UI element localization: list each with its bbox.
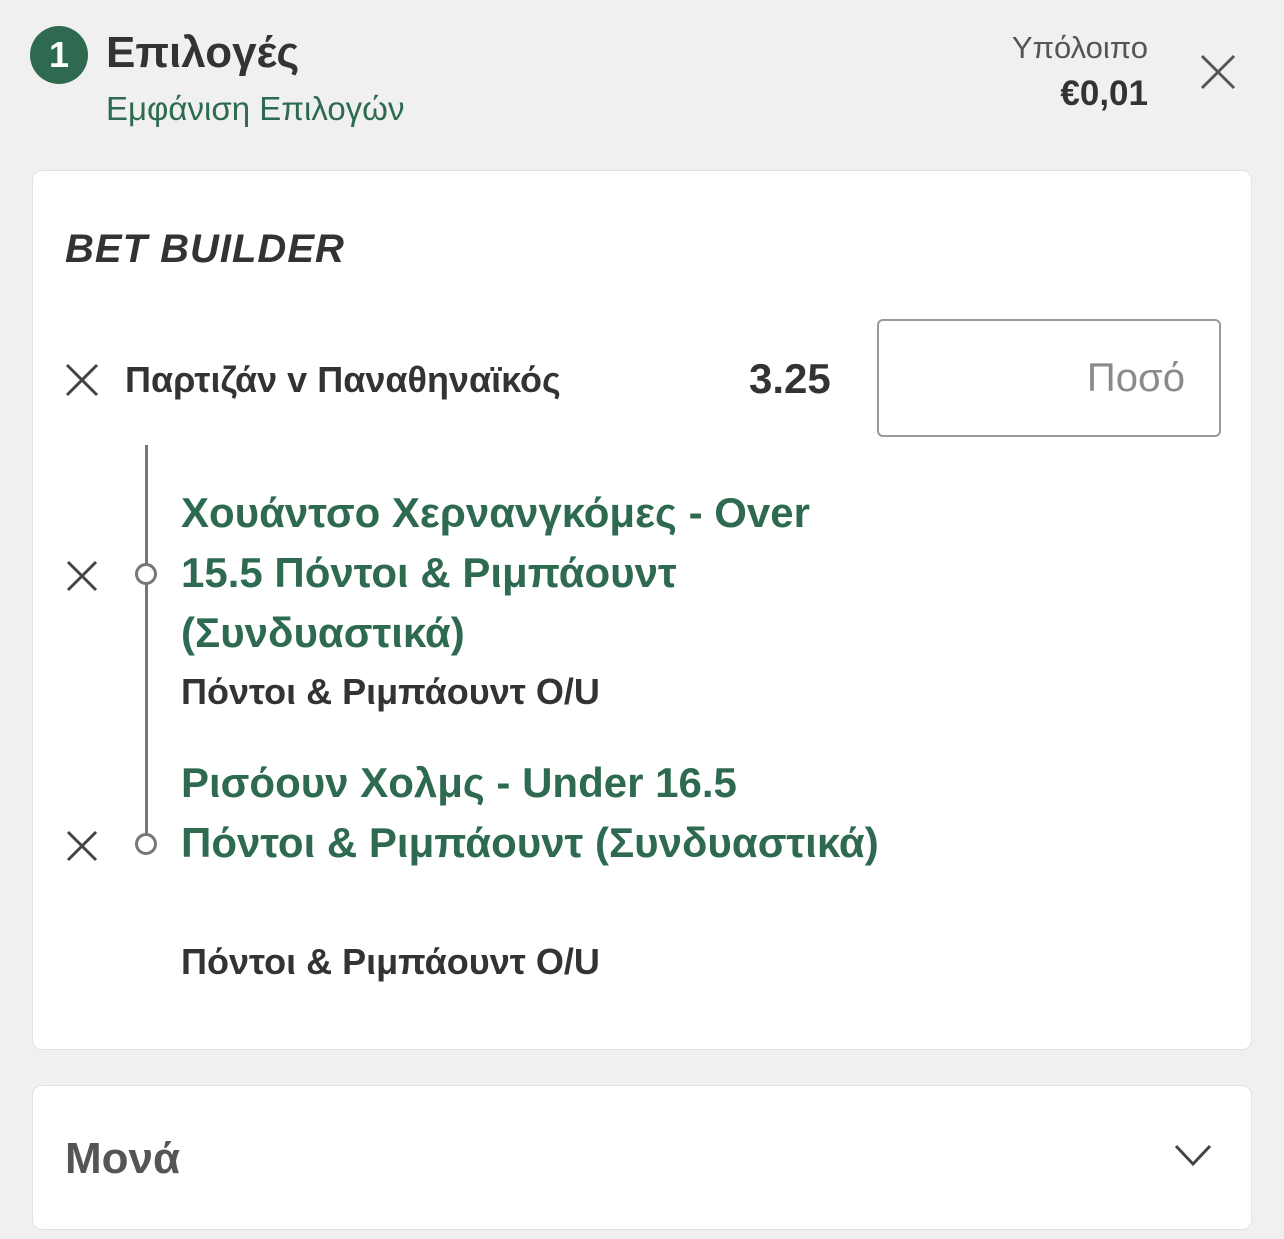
selection-name: Ρισόουν Χολμς - Under 16.5 Πόντοι & Ριμπ… [181,759,879,866]
odds-value: 3.25 [749,355,831,402]
selection-market: Πόντοι & Ριμπάουντ O/U [181,941,600,982]
show-selections-link[interactable]: Εμφάνιση Επιλογών [106,90,404,128]
stake-input[interactable] [877,319,1221,437]
betslip-header: 1 Επιλογές Εμφάνιση Επιλογών Υπόλοιπο €0… [0,0,1284,170]
selection-name: Χουάντσο Χερνανγκόμες - Over 15.5 Πόντοι… [181,489,810,656]
selection-market: Πόντοι & Ριμπάουντ O/U [181,671,600,712]
remove-selection-icon[interactable] [65,559,99,593]
betslip-title: Επιλογές [106,28,300,77]
match-name: Παρτιζάν v Παναθηναϊκός [125,359,561,400]
balance-label: Υπόλοιπο [1011,30,1148,65]
balance-value: €0,01 [1060,74,1148,113]
remove-selection-icon[interactable] [65,829,99,863]
close-icon[interactable] [1198,52,1238,92]
chevron-down-icon[interactable] [1173,1142,1213,1170]
selection-dot [135,833,157,855]
singles-label: Μονά [65,1134,181,1183]
bet-builder-card: BET BUILDER Παρτιζάν v Παναθηναϊκός 3.25… [32,170,1252,1050]
selections-connector [145,445,148,845]
bet-builder-title: BET BUILDER [65,227,345,271]
remove-match-icon[interactable] [65,363,99,397]
selection-count-badge: 1 [30,26,88,84]
selection-dot [135,563,157,585]
singles-section[interactable]: Μονά [32,1085,1252,1230]
